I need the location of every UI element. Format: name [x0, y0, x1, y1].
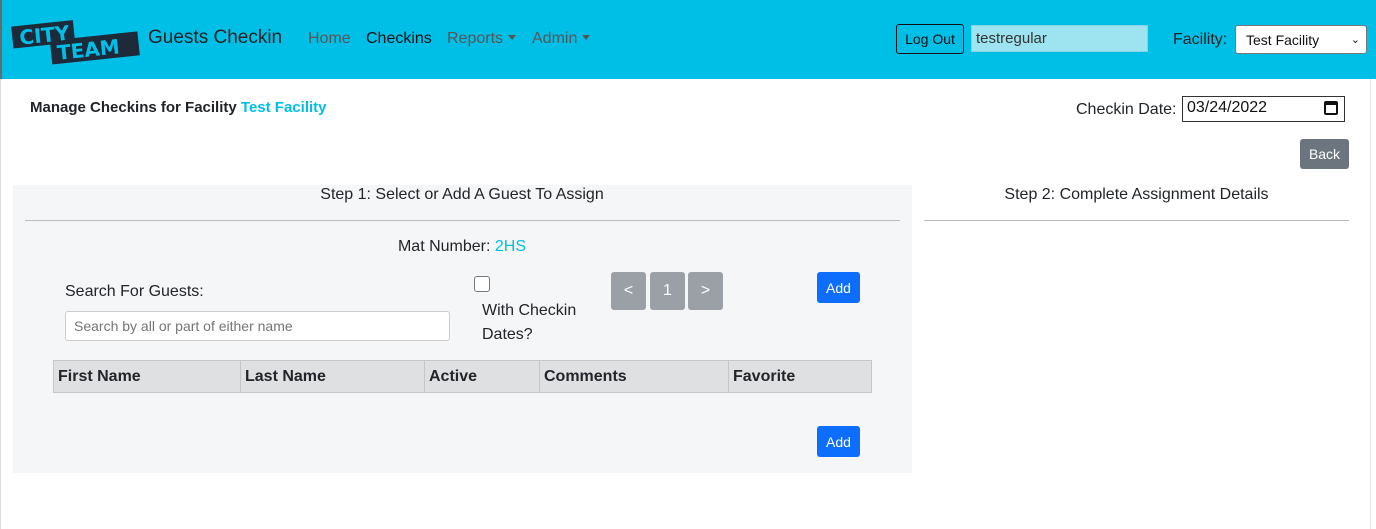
pager-prev-button[interactable]: < — [611, 272, 646, 310]
pager-page-button[interactable]: 1 — [650, 272, 685, 310]
calendar-icon[interactable] — [1324, 101, 1338, 115]
page-title-prefix: Manage Checkins for Facility — [30, 99, 237, 116]
guests-table: First Name Last Name Active Comments Fav… — [53, 360, 872, 393]
username-field[interactable] — [971, 25, 1148, 52]
logout-button[interactable]: Log Out — [896, 24, 964, 54]
pager-next-button[interactable]: > — [688, 272, 723, 310]
facility-selected-value: Test Facility — [1246, 32, 1320, 48]
add-guest-button[interactable]: Add — [817, 272, 860, 303]
window-edge-left — [0, 79, 1, 529]
caret-down-icon — [582, 35, 591, 40]
with-checkin-dates-checkbox[interactable] — [474, 276, 490, 292]
column-favorite[interactable]: Favorite — [728, 360, 872, 393]
chevron-down-icon: ⌄ — [1350, 34, 1360, 46]
column-active[interactable]: Active — [424, 360, 540, 393]
add-guest-button-bottom[interactable]: Add — [817, 426, 860, 457]
svg-text:TEAM: TEAM — [56, 34, 121, 64]
top-navbar: CITY TEAM Guests Checkin Home Checkins R… — [0, 0, 1376, 79]
column-comments[interactable]: Comments — [539, 360, 729, 393]
nav-checkins[interactable]: Checkins — [366, 30, 432, 48]
nav-reports-label: Reports — [447, 30, 504, 47]
facility-label: Facility: — [1173, 31, 1228, 48]
checkin-date-value: 03/24/2022 — [1187, 99, 1268, 116]
back-button[interactable]: Back — [1300, 139, 1349, 169]
table-header-row: First Name Last Name Active Comments Fav… — [53, 360, 872, 393]
checkin-date-field[interactable]: 03/24/2022 — [1182, 96, 1345, 122]
nav-admin-label: Admin — [532, 30, 578, 47]
mat-number: Mat Number: 2HS — [0, 238, 924, 256]
search-label: Search For Guests: — [65, 283, 204, 300]
facility-select[interactable]: Test Facility ⌄ — [1235, 25, 1367, 54]
search-input[interactable] — [65, 311, 450, 341]
app-title[interactable]: Guests Checkin — [148, 27, 282, 49]
column-last-name[interactable]: Last Name — [240, 360, 425, 393]
page-title: Manage Checkins for Facility Test Facili… — [30, 99, 327, 116]
page-title-facility: Test Facility — [240, 99, 327, 116]
step2-divider — [924, 220, 1349, 221]
nav-reports[interactable]: Reports — [447, 30, 517, 48]
nav-admin[interactable]: Admin — [532, 30, 591, 48]
mat-number-label: Mat Number: — [397, 238, 491, 255]
nav-home[interactable]: Home — [308, 30, 351, 48]
window-edge-right — [1370, 79, 1376, 529]
step1-title: Step 1: Select or Add A Guest To Assign — [320, 186, 604, 203]
caret-down-icon — [508, 35, 517, 40]
cityteam-logo[interactable]: CITY TEAM — [10, 16, 140, 66]
step1-divider — [25, 220, 900, 221]
column-first-name[interactable]: First Name — [53, 360, 241, 393]
with-checkin-dates-label: With Checkin Dates? — [482, 302, 577, 343]
mat-number-value: 2HS — [494, 238, 527, 255]
checkin-date-label: Checkin Date: — [1076, 101, 1177, 118]
step2-title: Step 2: Complete Assignment Details — [1004, 186, 1269, 203]
